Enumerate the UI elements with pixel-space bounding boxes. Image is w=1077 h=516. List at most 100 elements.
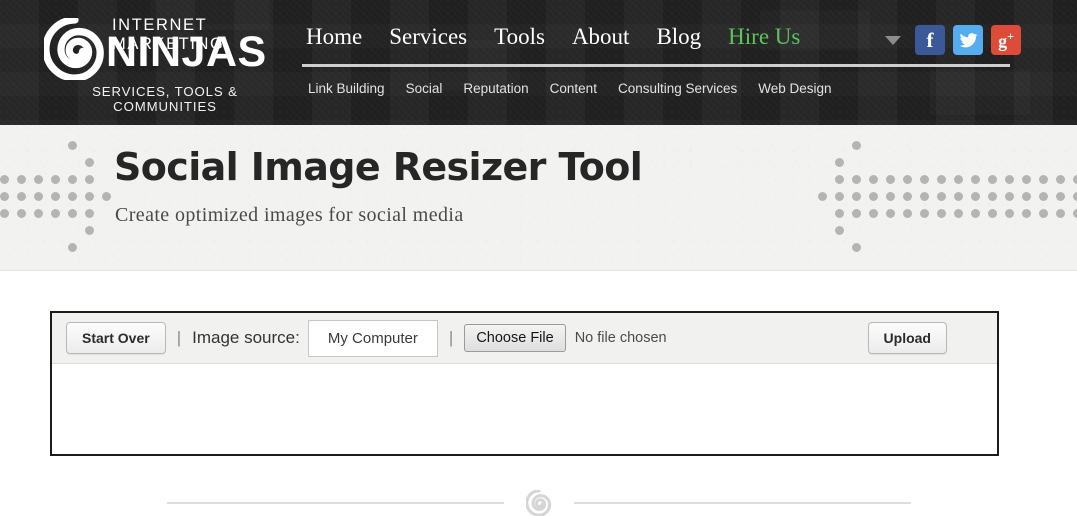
facebook-icon[interactable]: f	[915, 25, 945, 55]
upload-button[interactable]: Upload	[867, 322, 947, 354]
sub-navigation: Link Building Social Reputation Content …	[308, 81, 832, 96]
decorative-dot	[869, 175, 878, 184]
hero-banner: Social Image Resizer Tool Create optimiz…	[0, 125, 1077, 271]
decorative-dot	[17, 209, 26, 218]
social-links: f g+	[885, 25, 1021, 55]
decorative-dot	[869, 209, 878, 218]
decorative-dot	[835, 175, 844, 184]
decorative-dot	[852, 175, 861, 184]
decorative-dot	[852, 209, 861, 218]
nav-divider-rule	[302, 64, 1010, 67]
googleplus-icon[interactable]: g+	[991, 25, 1021, 55]
decorative-dot	[869, 192, 878, 201]
decorative-dot	[17, 192, 26, 201]
ninja-swirl-icon	[44, 18, 104, 80]
twitter-bird-glyph	[959, 32, 978, 47]
decorative-dot	[0, 209, 9, 218]
decorative-dot	[102, 192, 111, 201]
decorative-dot	[1039, 175, 1048, 184]
nav-item-tools[interactable]: Tools	[494, 24, 545, 50]
chevron-down-icon[interactable]	[885, 35, 901, 45]
decorative-dot	[1056, 209, 1065, 218]
decorative-dot	[1056, 175, 1065, 184]
decorative-dot	[954, 192, 963, 201]
decorative-dot	[51, 192, 60, 201]
subnav-item-social[interactable]: Social	[406, 81, 443, 96]
toolbar-separator-1: |	[176, 328, 182, 347]
page-subtitle: Create optimized images for social media	[115, 204, 464, 226]
choose-file-button[interactable]: Choose File	[464, 324, 566, 352]
resizer-tool-panel: Start Over | Image source: My Computer |…	[50, 311, 999, 456]
nav-item-about[interactable]: About	[572, 24, 630, 50]
decorative-dot	[85, 192, 94, 201]
decorative-dot	[903, 175, 912, 184]
decorative-dot	[852, 192, 861, 201]
decorative-dot	[988, 192, 997, 201]
decorative-dot	[903, 192, 912, 201]
subnav-item-reputation[interactable]: Reputation	[463, 81, 528, 96]
decorative-dot	[34, 175, 43, 184]
file-input-group: Choose File No file chosen	[464, 324, 667, 352]
tool-toolbar: Start Over | Image source: My Computer |…	[52, 313, 997, 364]
decorative-dot	[1022, 175, 1031, 184]
decorative-dot	[971, 175, 980, 184]
decorative-dot	[920, 192, 929, 201]
site-header: INTERNET MARKETING NINJAS SERVICES, TOOL…	[0, 0, 1077, 125]
main-content: Start Over | Image source: My Computer |…	[0, 271, 1077, 502]
nav-item-hire-us[interactable]: Hire Us	[728, 24, 800, 50]
nav-item-blog[interactable]: Blog	[656, 24, 701, 50]
decorative-dot	[34, 209, 43, 218]
subnav-item-link-building[interactable]: Link Building	[308, 81, 385, 96]
decorative-dot	[1005, 209, 1014, 218]
decorative-dot	[85, 209, 94, 218]
decorative-dot	[835, 209, 844, 218]
decorative-dot	[818, 192, 827, 201]
subnav-item-content[interactable]: Content	[550, 81, 597, 96]
decorative-dot	[920, 175, 929, 184]
decorative-dot	[85, 175, 94, 184]
file-status-text: No file chosen	[574, 330, 667, 346]
decorative-dot	[835, 158, 844, 167]
decorative-dot	[68, 141, 77, 150]
decorative-dot	[971, 209, 980, 218]
decorative-dot	[835, 192, 844, 201]
decorative-dot	[1073, 209, 1077, 218]
decorative-dot	[0, 192, 9, 201]
divider-line-right	[573, 502, 911, 504]
decorative-dot	[937, 175, 946, 184]
facebook-glyph: f	[926, 27, 934, 52]
decorative-dot	[1005, 192, 1014, 201]
upload-button-wrap: Upload	[867, 322, 947, 354]
nav-item-services[interactable]: Services	[389, 24, 467, 50]
twitter-icon[interactable]	[953, 25, 983, 55]
decorative-dot	[85, 158, 94, 167]
image-canvas-area[interactable]	[52, 364, 997, 454]
site-logo[interactable]: INTERNET MARKETING NINJAS SERVICES, TOOL…	[40, 14, 290, 114]
footer-divider	[0, 490, 1077, 516]
subnav-item-web-design[interactable]: Web Design	[758, 81, 831, 96]
decorative-dot	[68, 192, 77, 201]
decorative-dot	[1022, 209, 1031, 218]
decorative-dot	[34, 192, 43, 201]
decorative-dot	[1022, 192, 1031, 201]
decorative-dot	[920, 209, 929, 218]
nav-item-home[interactable]: Home	[306, 24, 362, 50]
decorative-dot	[954, 209, 963, 218]
decorative-dot	[1005, 175, 1014, 184]
decorative-dot	[988, 209, 997, 218]
decorative-dot	[1039, 209, 1048, 218]
start-over-button[interactable]: Start Over	[66, 322, 166, 354]
decorative-dot	[971, 192, 980, 201]
decorative-dot	[68, 243, 77, 252]
divider-line-left	[166, 502, 504, 504]
image-source-select[interactable]: My Computer	[307, 319, 438, 357]
decorative-dot	[903, 209, 912, 218]
logo-main-line: NINJAS	[106, 28, 267, 76]
decorative-dot	[835, 226, 844, 235]
decorative-dot	[51, 209, 60, 218]
subnav-item-consulting-services[interactable]: Consulting Services	[618, 81, 737, 96]
decorative-dot	[68, 175, 77, 184]
decorative-dot	[937, 192, 946, 201]
header-texture-patch	[930, 70, 1030, 115]
decorative-dot	[1056, 192, 1065, 201]
